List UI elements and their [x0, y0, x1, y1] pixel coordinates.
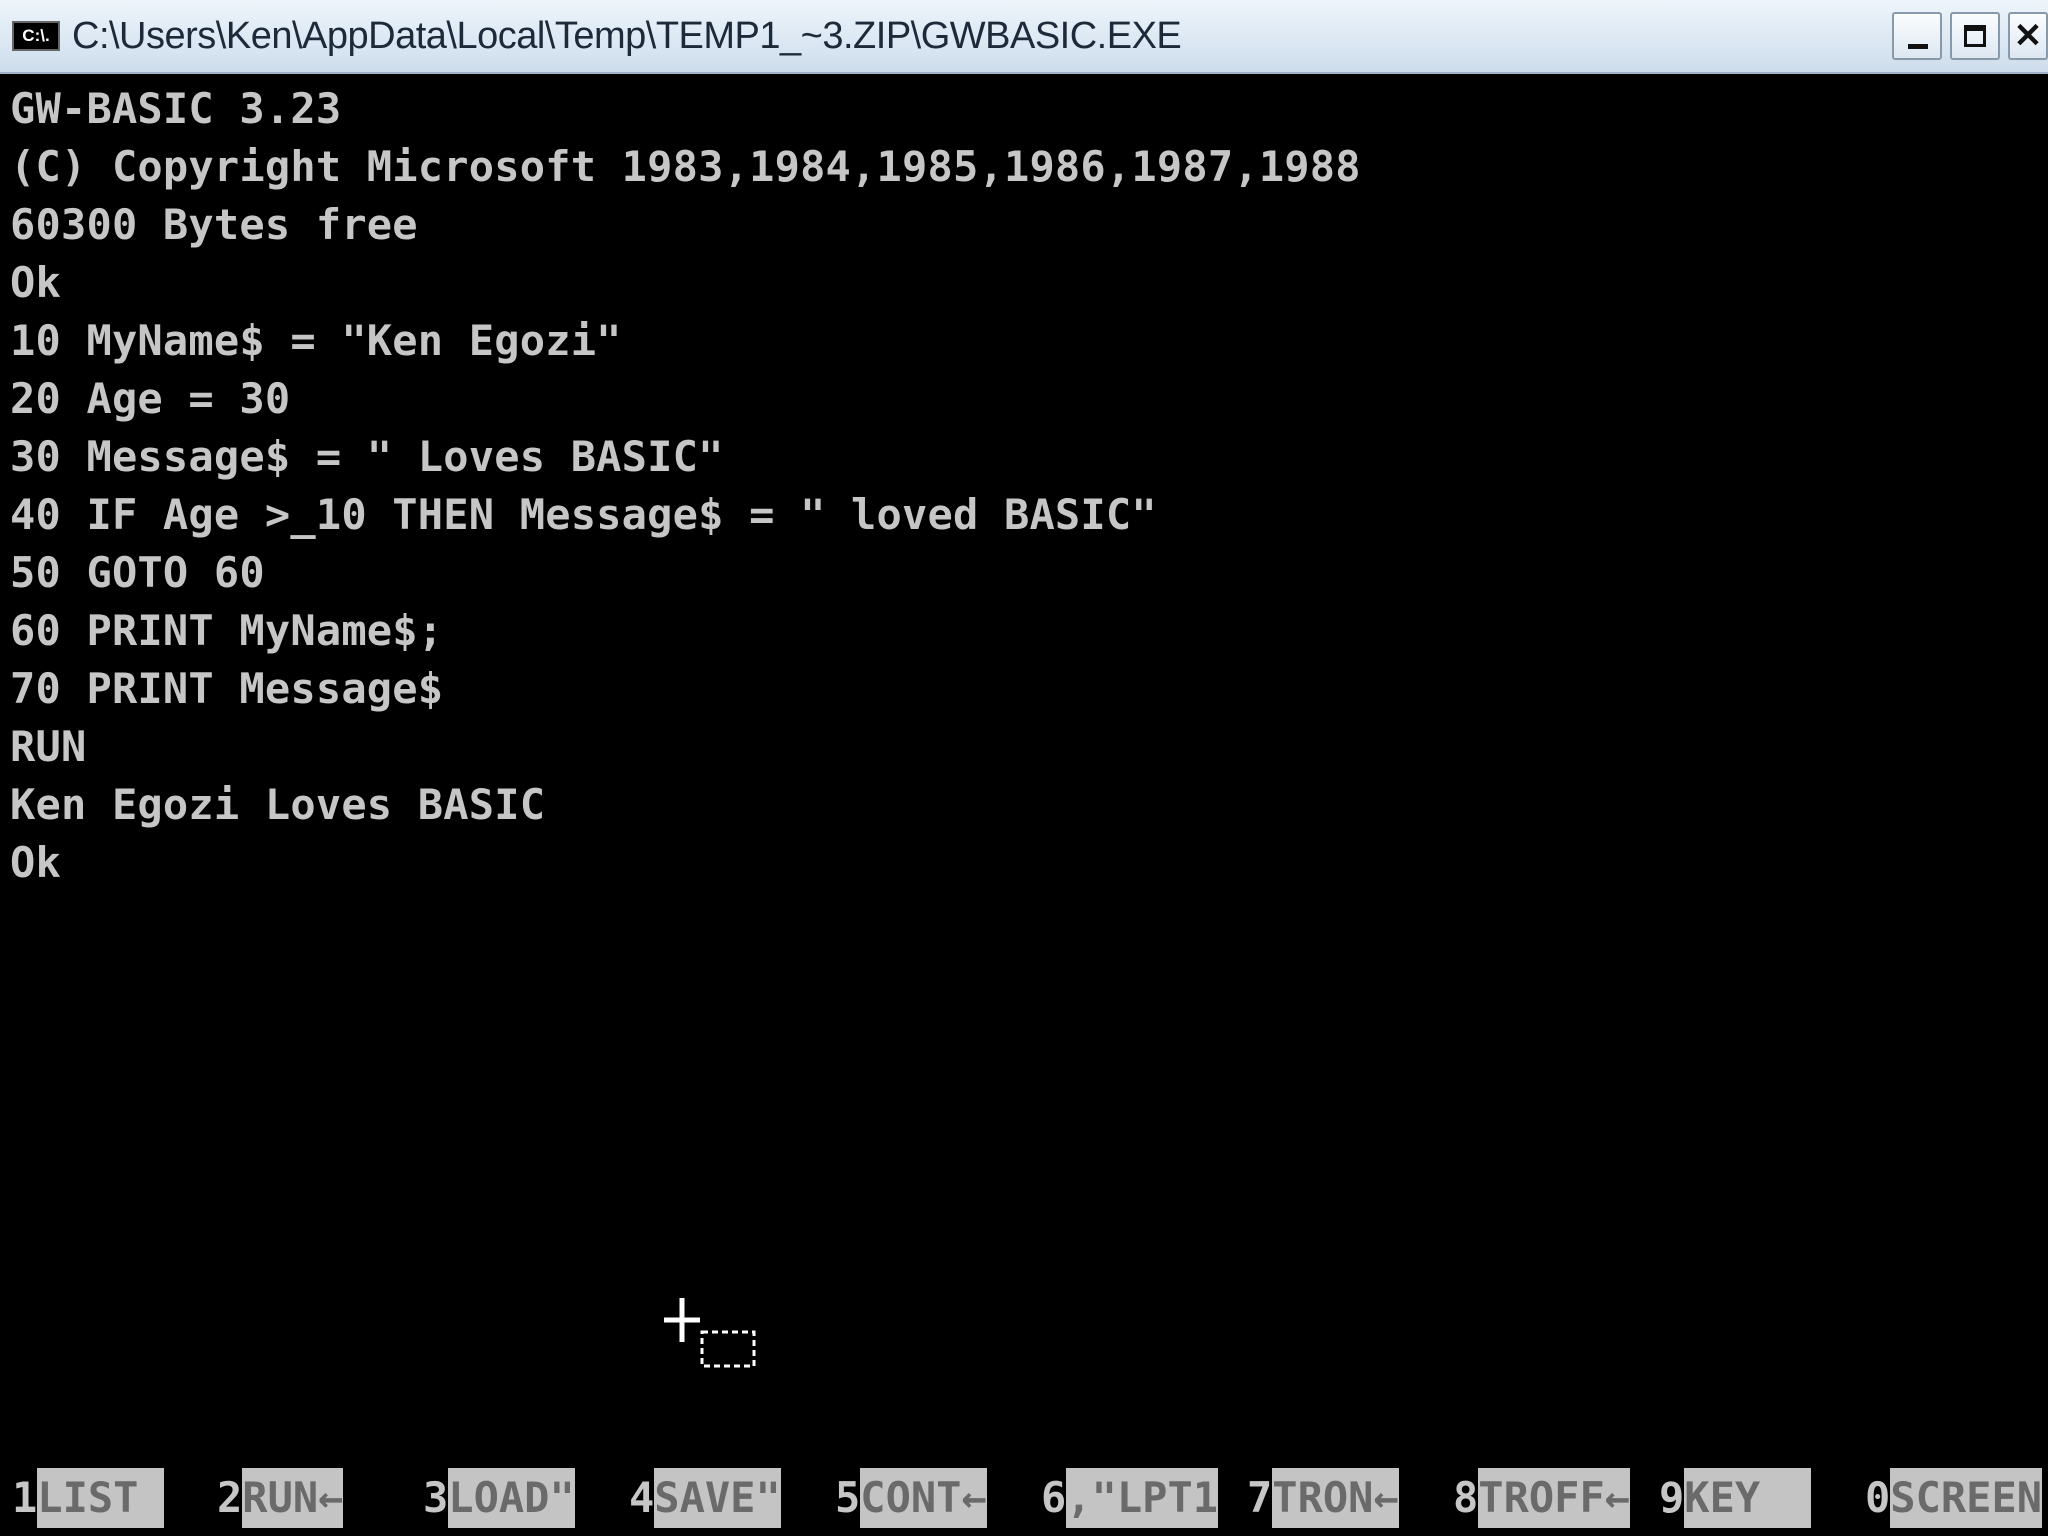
console-line: 50 GOTO 60	[10, 548, 265, 597]
fkey-number: 0	[1865, 1473, 1891, 1522]
copy-drag-cursor-icon	[664, 1298, 756, 1368]
fkey-number: 5	[835, 1473, 861, 1522]
console-app-icon[interactable]: C:\.	[12, 21, 60, 51]
fkey-number: 4	[629, 1473, 655, 1522]
fkey-label: LIST	[37, 1468, 164, 1528]
minimize-button[interactable]	[1892, 12, 1942, 60]
console-line: GW-BASIC 3.23	[10, 84, 342, 133]
fkey-number: 9	[1659, 1473, 1685, 1522]
console-line: 40 IF Age >_10 THEN Message$ = " loved B…	[10, 490, 1157, 539]
window-controls: ✕	[1892, 12, 2048, 60]
fkey-8[interactable]: 8TROFF←	[1453, 1468, 1631, 1528]
window-title: C:\Users\Ken\AppData\Local\Temp\TEMP1_~3…	[72, 14, 1182, 57]
fkey-number: 8	[1453, 1473, 1479, 1522]
maximize-button[interactable]	[1950, 12, 2000, 60]
console-line: 10 MyName$ = "Ken Egozi"	[10, 316, 622, 365]
console-line: 30 Message$ = " Loves BASIC"	[10, 432, 724, 481]
fkey-6[interactable]: 6,"LPT1	[1041, 1468, 1219, 1528]
fkey-label: TRON←	[1272, 1468, 1399, 1528]
fkey-number: 6	[1041, 1473, 1067, 1522]
console-line: 60 PRINT MyName$;	[10, 606, 444, 655]
close-button[interactable]: ✕	[2008, 12, 2048, 60]
fkey-9[interactable]: 9KEY	[1659, 1468, 1811, 1528]
console-line: (C) Copyright Microsoft 1983,1984,1985,1…	[10, 142, 1361, 191]
fkey-2[interactable]: 2RUN←	[217, 1468, 344, 1528]
fkey-label: RUN←	[242, 1468, 344, 1528]
console-line: 70 PRINT Message$	[10, 664, 444, 713]
console-line: Ok	[10, 258, 61, 307]
fkey-1[interactable]: 1LIST	[12, 1468, 164, 1528]
fkey-label: SCREEN	[1890, 1468, 2043, 1528]
fkey-number: 7	[1247, 1473, 1273, 1522]
fkey-label: KEY	[1684, 1468, 1811, 1528]
fkey-label: LOAD"	[448, 1468, 575, 1528]
fkey-5[interactable]: 5CONT←	[835, 1468, 987, 1528]
console-line: 20 Age = 30	[10, 374, 291, 423]
console-line: Ok	[10, 838, 61, 887]
fkey-number: 2	[217, 1473, 243, 1522]
console-line: Ken Egozi Loves BASIC	[10, 780, 546, 829]
fkey-7[interactable]: 7TRON←	[1247, 1468, 1399, 1528]
fkey-label: SAVE"	[654, 1468, 781, 1528]
console-line: RUN	[10, 722, 87, 771]
fkey-label: ,"LPT1	[1066, 1468, 1219, 1528]
console-line: 60300 Bytes free	[10, 200, 418, 249]
fkey-0[interactable]: 0SCREEN	[1865, 1468, 2043, 1528]
function-key-bar: 1LIST 2RUN← 3LOAD" 4SAVE" 5CONT← 6,"LPT1…	[0, 1468, 2048, 1528]
maximize-icon	[1964, 25, 1986, 47]
title-bar[interactable]: C:\. C:\Users\Ken\AppData\Local\Temp\TEM…	[0, 0, 2048, 74]
minimize-icon	[1908, 44, 1928, 49]
fkey-number: 3	[423, 1473, 449, 1522]
fkey-3[interactable]: 3LOAD"	[423, 1468, 575, 1528]
close-icon: ✕	[2013, 17, 2043, 55]
fkey-label: CONT←	[860, 1468, 987, 1528]
fkey-label: TROFF←	[1478, 1468, 1631, 1528]
fkey-number: 1	[12, 1473, 38, 1522]
console-output[interactable]: GW-BASIC 3.23 (C) Copyright Microsoft 19…	[10, 80, 2048, 1440]
fkey-4[interactable]: 4SAVE"	[629, 1468, 781, 1528]
